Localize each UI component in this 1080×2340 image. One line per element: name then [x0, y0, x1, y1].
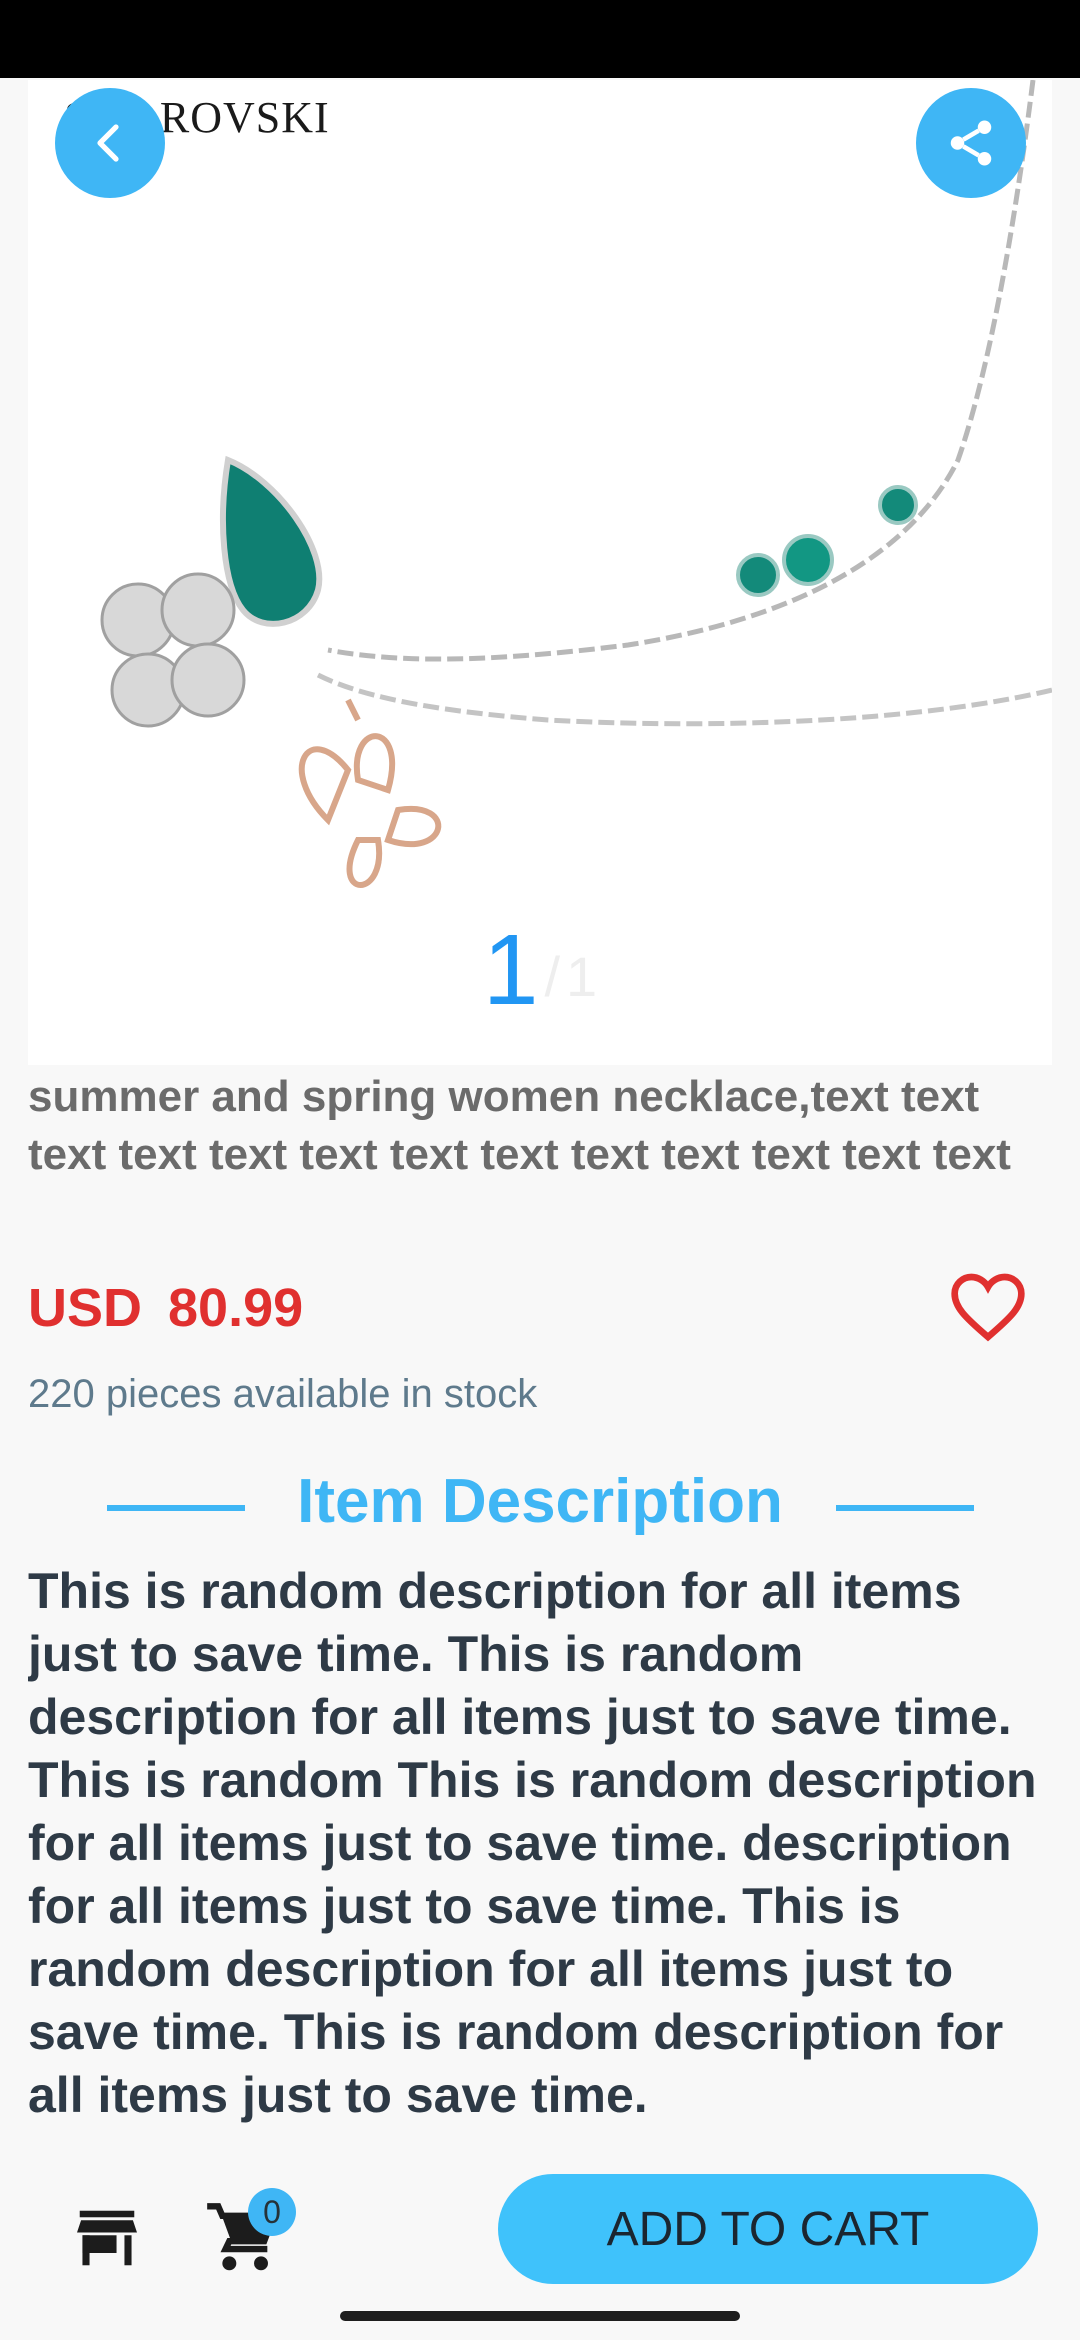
back-button[interactable] [55, 88, 165, 198]
stock-availability: 220 pieces available in stock [28, 1372, 538, 1416]
product-title: summer and spring women necklace,text te… [28, 1072, 1011, 1179]
home-indicator [340, 2311, 740, 2321]
image-pager: 1/1 [28, 920, 1052, 1027]
product-price: USD 80.99 [28, 1275, 303, 1341]
heart-outline-icon [951, 1273, 1025, 1342]
necklace-image [100, 80, 1052, 888]
section-divider-right [836, 1505, 974, 1511]
chevron-left-icon [97, 124, 119, 162]
pager-total: 1 [566, 945, 598, 1008]
bottom-action-bar: 0 ADD TO CART [0, 2158, 1080, 2298]
add-to-cart-button[interactable]: ADD TO CART [498, 2174, 1038, 2284]
product-image-carousel[interactable]: SWAROVSKI 1/1 [28, 80, 1052, 1065]
store-icon [77, 2210, 137, 2266]
share-icon [950, 120, 992, 166]
price-currency: USD [28, 1278, 143, 1338]
pager-separator: / [544, 945, 561, 1008]
item-description-header: Item Description [0, 1462, 1080, 1548]
section-title: Item Description [297, 1467, 783, 1536]
price-amount: 80.99 [168, 1278, 304, 1338]
pager-current: 1 [482, 914, 539, 1026]
status-bar [0, 0, 1080, 78]
favorite-button[interactable] [948, 1270, 1028, 1344]
share-button[interactable] [916, 88, 1026, 198]
item-description-text: This is random description for all items… [28, 1563, 1037, 2123]
cart-count-badge: 0 [248, 2188, 296, 2236]
store-button[interactable] [74, 2208, 140, 2268]
